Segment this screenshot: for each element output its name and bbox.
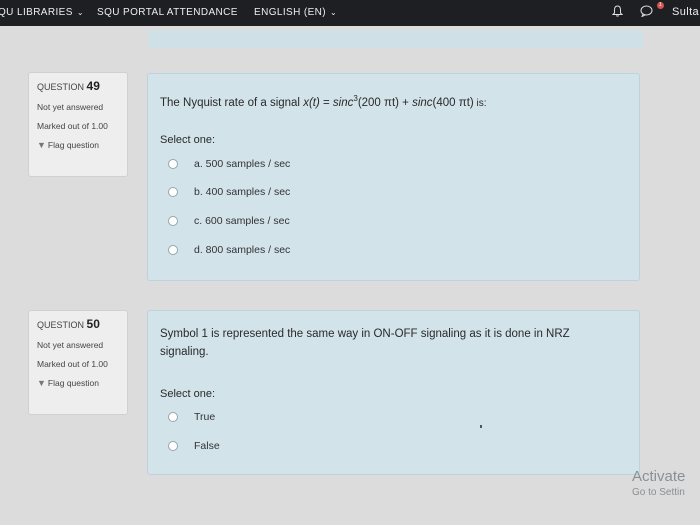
bell-icon-svg (611, 5, 624, 17)
radio-button[interactable] (168, 245, 178, 256)
notification-badge: 1 (657, 2, 664, 9)
radio-button[interactable] (168, 216, 178, 227)
option-label: c. 600 samples / sec (194, 215, 290, 228)
option-false[interactable]: False (168, 440, 220, 456)
formula-part: sinc (332, 96, 354, 109)
nav-language-label: ENGLISH (EN) (254, 7, 327, 18)
nav-qu-libraries[interactable]: QU LIBRARIES ⌄ (0, 7, 84, 18)
watermark-line2: Go to Settin (632, 487, 685, 498)
option-d[interactable]: d. 800 samples / sec (168, 244, 290, 260)
option-label: a. 500 samples / sec (194, 158, 291, 171)
formula-part: sinc (412, 96, 433, 109)
watermark-line1: Activate (632, 468, 686, 485)
chat-icon[interactable] (640, 5, 653, 20)
formula-part: + (398, 96, 413, 109)
top-navbar: QU LIBRARIES ⌄ SQU PORTAL ATTENDANCE ENGL… (0, 0, 700, 26)
question-number: QUESTION 49 (37, 79, 119, 93)
formula-part: (400 πt) (432, 96, 474, 109)
question-label: QUESTION (37, 82, 85, 92)
select-one-label: Select one: (160, 134, 216, 146)
formula-part: x(t) (303, 96, 320, 109)
chevron-down-icon: ⌄ (76, 8, 84, 17)
question-status: Not yet answered (37, 102, 104, 112)
question-text-line: Symbol 1 is represented the same way in … (160, 328, 570, 340)
question-marks: Marked out of 1.00 (37, 121, 108, 131)
bell-icon[interactable] (611, 5, 624, 20)
question-text: Symbol 1 is represented the same way in … (160, 325, 570, 361)
question-status: Not yet answered (37, 340, 104, 350)
radio-button[interactable] (168, 441, 178, 452)
formula-part: = (319, 96, 333, 109)
question-text-prefix: The Nyquist rate of a signal (160, 96, 304, 109)
flag-question-link[interactable]: ▼ Flag question (37, 140, 119, 150)
radio-button[interactable] (168, 159, 178, 170)
flag-question-link[interactable]: ▼ Flag question (37, 378, 119, 388)
nav-language-select[interactable]: ENGLISH (EN) ⌄ (254, 7, 337, 18)
chevron-down-icon: ⌄ (330, 8, 338, 17)
question-text-line: signaling. (160, 346, 209, 358)
flag-icon: ▼ (37, 378, 46, 388)
option-c[interactable]: c. 600 samples / sec (168, 215, 290, 231)
question-text-suffix: is: (473, 97, 487, 109)
mouse-cursor (480, 425, 482, 428)
radio-button[interactable] (168, 412, 178, 423)
nav-squ-portal-label: SQU PORTAL ATTENDANCE (97, 7, 238, 18)
option-true[interactable]: True (168, 411, 215, 427)
option-label: True (194, 411, 216, 424)
question-text: The Nyquist rate of a signal x(t) = sinc… (160, 90, 487, 113)
nav-qu-libraries-label: QU LIBRARIES (0, 7, 73, 18)
nav-squ-portal-attendance[interactable]: SQU PORTAL ATTENDANCE (97, 7, 238, 18)
option-label: False (194, 440, 220, 453)
option-label: d. 800 samples / sec (194, 244, 291, 257)
question-50-info: QUESTION 50 Not yet answered Marked out … (28, 310, 128, 415)
chat-icon-svg (640, 5, 653, 18)
user-menu[interactable]: Sulta (672, 6, 699, 18)
question-number-value: 50 (86, 317, 100, 331)
option-b[interactable]: b. 400 samples / sec (168, 186, 290, 202)
previous-question-box (148, 30, 643, 48)
question-number-value: 49 (86, 79, 100, 93)
question-49-info: QUESTION 49 Not yet answered Marked out … (28, 72, 128, 177)
question-marks: Marked out of 1.00 (37, 359, 108, 369)
activation-watermark: Activate Go to Settin (632, 468, 685, 498)
question-49-box: The Nyquist rate of a signal x(t) = sinc… (147, 73, 640, 281)
radio-button[interactable] (168, 187, 178, 198)
flag-question-label: Flag question (47, 378, 99, 388)
question-number: QUESTION 50 (37, 317, 119, 331)
flag-icon: ▼ (37, 140, 46, 150)
option-a[interactable]: a. 500 samples / sec (168, 158, 290, 174)
question-label: QUESTION (37, 320, 85, 330)
select-one-label: Select one: (160, 388, 216, 400)
question-50-box: Symbol 1 is represented the same way in … (147, 310, 640, 475)
option-label: b. 400 samples / sec (194, 186, 291, 199)
formula-part: (200 πt) (357, 96, 399, 109)
flag-question-label: Flag question (47, 140, 99, 150)
